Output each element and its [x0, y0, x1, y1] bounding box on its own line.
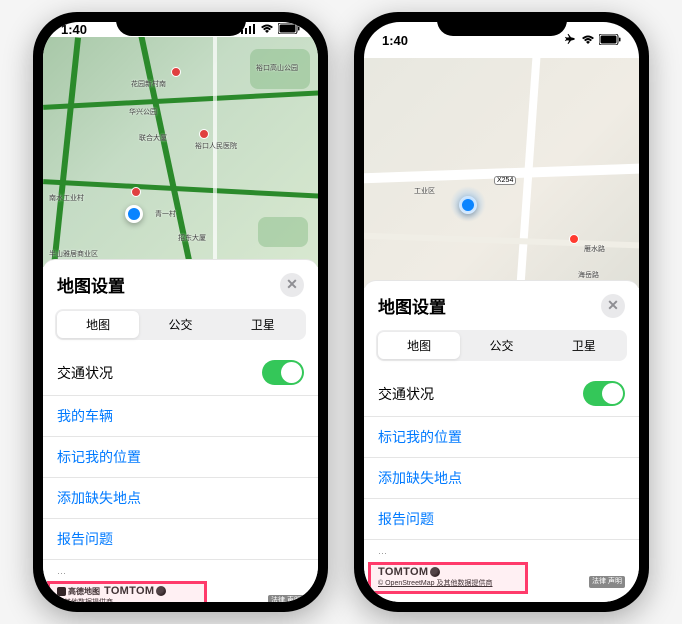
- poi-label: 海岳路: [578, 270, 599, 280]
- sheet-title: 地图设置: [57, 272, 125, 297]
- poi-pin-icon: [199, 129, 209, 139]
- gaode-logo: 高德地图: [57, 586, 100, 597]
- poi-label: 花园新村南: [131, 79, 166, 89]
- poi-pin-icon: [569, 234, 579, 244]
- poi-label: 工业区: [414, 186, 435, 196]
- traffic-toggle[interactable]: [262, 360, 304, 385]
- map-view[interactable]: 裕口高山公园 花园新村南 华兴公园 联合大厦 裕口人民医院 南水工业村 青一村 …: [43, 37, 318, 267]
- row-report-issue[interactable]: 报告问题: [43, 519, 318, 560]
- row-add-missing[interactable]: 添加缺失地点: [43, 478, 318, 519]
- map-type-segmented[interactable]: 地图 公交 卫星: [376, 330, 627, 361]
- close-icon: ✕: [607, 297, 619, 314]
- poi-pin-icon: [131, 187, 141, 197]
- poi-label: 青一村: [155, 209, 176, 219]
- poi-label: 裕口人民医院: [195, 141, 237, 151]
- screen-right: 1:40 工业区 X254 雁水路 海岳路: [364, 22, 639, 602]
- close-button[interactable]: ✕: [280, 273, 304, 297]
- segment-transit[interactable]: 公交: [139, 311, 221, 338]
- notch: [116, 12, 246, 36]
- current-location-icon: [125, 205, 143, 223]
- attribution-area: 高德地图 TOMTOM 和其他数据提供商 法律 声明: [43, 579, 318, 602]
- row-my-vehicles[interactable]: 我的车辆: [43, 396, 318, 437]
- phone-left: 1:40 裕口高山公园: [33, 12, 328, 612]
- globe-icon: [430, 567, 440, 577]
- attribution-text[interactable]: 和其他数据提供商: [57, 597, 166, 602]
- status-time: 1:40: [61, 22, 87, 37]
- segment-transit[interactable]: 公交: [460, 332, 542, 359]
- status-icons: [565, 33, 621, 48]
- poi-label: 裕口高山公园: [256, 63, 298, 73]
- row-traffic: 交通状况: [43, 350, 318, 396]
- tomtom-logo: TOMTOM: [378, 566, 492, 578]
- traffic-label: 交通状况: [378, 384, 434, 404]
- map-type-segmented[interactable]: 地图 公交 卫星: [55, 309, 306, 340]
- phone-right: 1:40 工业区 X254 雁水路 海岳路: [354, 12, 649, 612]
- segment-map[interactable]: 地图: [57, 311, 139, 338]
- airplane-icon: [565, 33, 577, 48]
- poi-label: 雁水路: [584, 244, 605, 254]
- tomtom-logo: TOMTOM: [104, 585, 166, 597]
- traffic-toggle[interactable]: [583, 381, 625, 406]
- traffic-label: 交通状况: [57, 363, 113, 383]
- notch: [437, 12, 567, 36]
- more-indicator: ⋯: [364, 540, 639, 559]
- row-mark-location[interactable]: 标记我的位置: [364, 417, 639, 458]
- attribution-text[interactable]: © OpenStreetMap 及其他数据提供商: [378, 578, 492, 588]
- row-add-missing[interactable]: 添加缺失地点: [364, 458, 639, 499]
- row-mark-location[interactable]: 标记我的位置: [43, 437, 318, 478]
- row-report-issue[interactable]: 报告问题: [364, 499, 639, 540]
- segment-satellite[interactable]: 卫星: [222, 311, 304, 338]
- location-heading-icon: [450, 186, 486, 222]
- wifi-icon: [260, 22, 274, 37]
- sheet-title: 地图设置: [378, 293, 446, 318]
- battery-icon: [599, 33, 621, 48]
- poi-pin-icon: [171, 67, 181, 77]
- wifi-icon: [581, 33, 595, 48]
- poi-label: 招东大厦: [178, 233, 206, 243]
- row-traffic: 交通状况: [364, 371, 639, 417]
- map-view[interactable]: 工业区 X254 雁水路 海岳路: [364, 58, 639, 288]
- close-button[interactable]: ✕: [601, 294, 625, 318]
- poi-label: 南水工业村: [49, 193, 84, 203]
- poi-label: 半山雅居商业区: [49, 249, 98, 259]
- poi-label: 华兴公园: [129, 107, 157, 117]
- attribution-area: TOMTOM © OpenStreetMap 及其他数据提供商 法律 声明: [364, 560, 639, 602]
- settings-sheet: 地图设置 ✕ 地图 公交 卫星 交通状况 标记我的位置 添加缺失地点 报告: [364, 280, 639, 602]
- screen-left: 1:40 裕口高山公园: [43, 22, 318, 602]
- segment-map[interactable]: 地图: [378, 332, 460, 359]
- close-icon: ✕: [286, 276, 298, 293]
- settings-sheet: 地图设置 ✕ 地图 公交 卫星 交通状况 我的车辆 标记我的位置 添加缺失: [43, 259, 318, 602]
- road-badge: X254: [494, 176, 516, 185]
- status-time: 1:40: [382, 33, 408, 48]
- legal-badge[interactable]: 法律 声明: [268, 595, 304, 602]
- legal-badge[interactable]: 法律 声明: [589, 576, 625, 588]
- globe-icon: [156, 586, 166, 596]
- segment-satellite[interactable]: 卫星: [543, 332, 625, 359]
- battery-icon: [278, 22, 300, 37]
- poi-label: 联合大厦: [139, 133, 167, 143]
- status-icons: [241, 22, 300, 37]
- more-indicator: ⋯: [43, 560, 318, 579]
